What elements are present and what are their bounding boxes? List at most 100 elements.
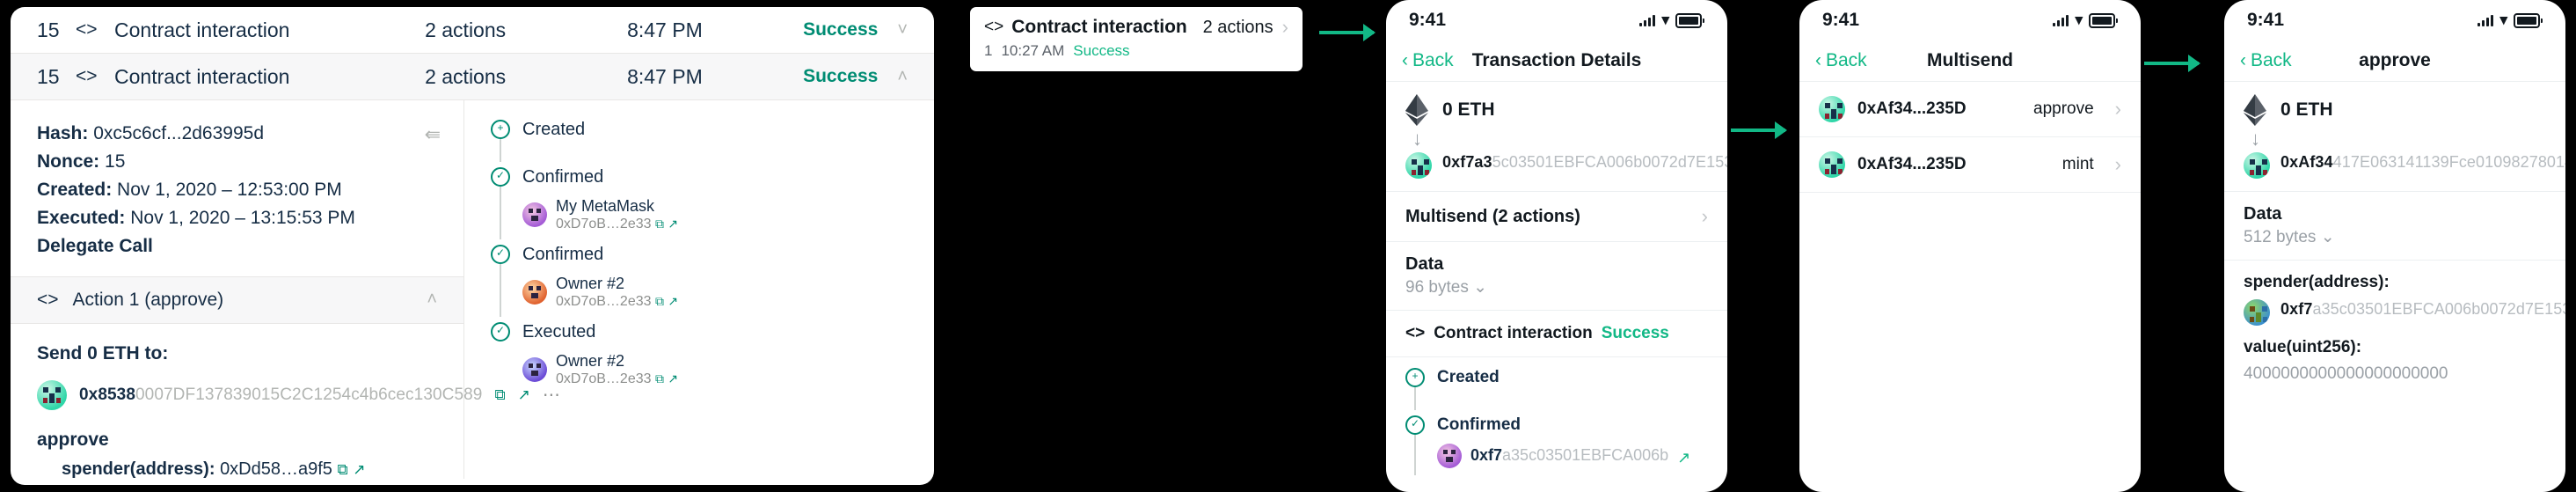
action-address: 0xAf34...235D — [1857, 155, 1967, 173]
mobile-tx-list-item-card[interactable]: <> Contract interaction 2 actions › 1 10… — [970, 7, 1303, 71]
timeline-connector — [500, 139, 501, 162]
data-label: Data — [1405, 254, 1444, 274]
chevron-down-icon[interactable]: ⌄ — [2321, 228, 2335, 246]
tx-status-badge: Success — [803, 66, 879, 86]
back-button[interactable]: ‹ Back — [1402, 50, 1454, 71]
back-label: Back — [1412, 50, 1454, 70]
plus-circle-icon: + — [491, 120, 510, 139]
data-size: 512 bytes ⌄ — [2244, 228, 2335, 246]
timeline-connector — [500, 264, 501, 318]
multisend-row[interactable]: Multisend (2 actions) › — [1386, 192, 1727, 242]
nav-bar: ‹ Back approve — [2224, 40, 2565, 82]
amount-value: 0 ETH — [1442, 99, 1495, 120]
timeline-label: Created — [522, 120, 586, 139]
interaction-status-row: <> Contract interaction Success — [1386, 311, 1727, 357]
timeline-connector — [1414, 387, 1416, 410]
identicon-avatar — [1819, 151, 1845, 178]
phone-approve: 9:41 ▾ ‹ Back approve 0 ETH ↓ 0xAf34417E0… — [2224, 0, 2565, 492]
tx-status-badge: Success — [1073, 42, 1130, 59]
external-link-icon[interactable]: ↗ — [668, 217, 678, 231]
timeline-label: Confirmed — [1437, 415, 1521, 434]
timeline-owner: Owner #2 0xD7oB…2e33 ⧉ ↗ — [522, 274, 678, 310]
timeline-connector — [1414, 435, 1416, 475]
function-name: approve — [37, 429, 109, 450]
owner-address: 0xD7oB…2e33 — [556, 217, 652, 232]
cellular-signal-icon — [2053, 14, 2069, 26]
identicon-avatar — [37, 379, 67, 410]
flow-arrow-3 — [2144, 55, 2200, 72]
tx-time: 10:27 AM — [1001, 42, 1065, 59]
nonce-label: Nonce: — [37, 151, 100, 172]
tx-nonce: 1 — [984, 42, 993, 59]
created-value: Nov 1, 2020 – 12:53:00 PM — [117, 179, 342, 200]
copy-icon[interactable]: ⧉ — [655, 217, 664, 231]
phone-multisend: 9:41 ▾ ‹ Back Multisend 0xAf34...235D app… — [1799, 0, 2141, 492]
tx-list-row-collapsed[interactable]: 15 <> Contract interaction 2 actions 8:4… — [11, 7, 934, 53]
data-section[interactable]: Data 96 bytes ⌄ — [1386, 242, 1727, 311]
back-label: Back — [2251, 50, 2292, 70]
interaction-status: Success — [1601, 324, 1669, 342]
external-link-icon[interactable]: ↗ — [668, 294, 678, 308]
external-link-icon[interactable]: ↗ — [1677, 445, 1690, 467]
external-link-icon[interactable]: ↗ — [353, 461, 365, 478]
amount-value: 0 ETH — [2280, 99, 2333, 120]
wifi-icon: ▾ — [1661, 11, 1669, 28]
action-1-accordion-header[interactable]: <> Action 1 (approve) ˄ — [11, 275, 463, 324]
status-bar-time: 9:41 — [1822, 10, 1860, 30]
created-label: Created: — [37, 179, 113, 200]
wifi-icon: ▾ — [2499, 11, 2507, 28]
status-bar: 9:41 ▾ — [1799, 0, 2141, 40]
param-spender-value: 0xDd58…a9f5 — [220, 459, 332, 479]
chevron-up-icon[interactable]: ˄ — [427, 290, 437, 310]
chevron-right-icon[interactable]: › — [1282, 16, 1288, 39]
share-icon[interactable]: ⇚ — [425, 120, 441, 149]
owner-name: Owner #2 — [556, 275, 625, 293]
multisend-action-row-mint[interactable]: 0xAf34...235D mint › — [1799, 137, 2141, 193]
external-link-icon[interactable]: ↗ — [668, 371, 678, 386]
chevron-right-icon[interactable]: › — [2115, 153, 2121, 176]
action-operation: approve — [2033, 99, 2094, 118]
phone-timeline: + Created ✓ Confirmed 0xf7a35c03501EBFCA… — [1386, 357, 1727, 475]
tx-list-row-expanded[interactable]: 15 <> Contract interaction 2 actions 8:4… — [11, 54, 934, 99]
action-1-body: Send 0 ETH to: 0x85380007DF137839015C2C1… — [11, 324, 560, 485]
chevron-up-icon[interactable]: ˄ — [897, 67, 908, 87]
tx-timeline-pane: + Created ✓ Confirmed My MetaMask 0xD7oB… — [464, 100, 934, 479]
copy-icon[interactable]: ⧉ — [338, 461, 348, 478]
battery-icon — [2089, 12, 2115, 28]
copy-icon[interactable]: ⧉ — [655, 371, 664, 386]
chevron-right-icon[interactable]: › — [2115, 98, 2121, 121]
chevron-right-icon[interactable]: › — [1702, 205, 1708, 228]
tx-actions-count: 2 actions — [1202, 17, 1273, 37]
chevron-down-icon[interactable]: ˅ — [897, 20, 908, 40]
multisend-action-row-approve[interactable]: 0xAf34...235D approve › — [1799, 82, 2141, 137]
status-bar-time: 9:41 — [2247, 10, 2285, 30]
cellular-signal-icon — [1639, 14, 1656, 26]
executed-value: Nov 1, 2020 – 13:15:53 PM — [130, 207, 355, 228]
flow-arrow-2 — [1731, 121, 1787, 139]
code-icon: <> — [984, 18, 1004, 36]
action-1-label: Action 1 (approve) — [72, 289, 224, 310]
action-operation: mint — [2062, 155, 2094, 173]
data-section[interactable]: Data 512 bytes ⌄ — [2224, 192, 2565, 261]
tx-detail-body: ⇚ Hash: 0xc5c6cf...2d63995d Nonce: 15 Cr… — [11, 100, 934, 479]
timeline-label: Confirmed — [522, 167, 604, 187]
back-button[interactable]: ‹ Back — [2240, 50, 2292, 71]
timeline-step-executed: ✓ Executed Owner #2 0xD7oB…2e33 ⧉ ↗ — [491, 322, 908, 394]
tx-time: 8:47 PM — [627, 18, 703, 41]
timeline-label: Created — [1437, 368, 1500, 386]
chevron-down-icon[interactable]: ⌄ — [1473, 278, 1487, 297]
back-button[interactable]: ‹ Back — [1815, 50, 1867, 71]
action-address: 0xAf34...235D — [1857, 99, 1967, 118]
timeline-owner: My MetaMask 0xD7oB…2e33 ⧉ ↗ — [522, 196, 678, 232]
interaction-label: Contract interaction — [1434, 324, 1593, 342]
executed-label: Executed: — [37, 207, 126, 228]
arrow-down-icon: ↓ — [1412, 128, 1422, 150]
identicon-avatar — [1405, 152, 1432, 179]
amount-and-recipient-section: 0 ETH ↓ 0xAf34417E063141139Fce0109827801… — [2224, 82, 2565, 192]
timeline-owner: Owner #2 0xD7oB…2e33 ⧉ ↗ — [522, 351, 678, 387]
spender-label: spender(address): — [2244, 273, 2390, 291]
timeline-connector — [500, 187, 501, 240]
copy-icon[interactable]: ⧉ — [655, 294, 664, 308]
timeline-step-confirmed-1: ✓ Confirmed My MetaMask 0xD7oB…2e33 ⧉ ↗ — [491, 167, 908, 240]
check-circle-icon: ✓ — [491, 322, 510, 342]
